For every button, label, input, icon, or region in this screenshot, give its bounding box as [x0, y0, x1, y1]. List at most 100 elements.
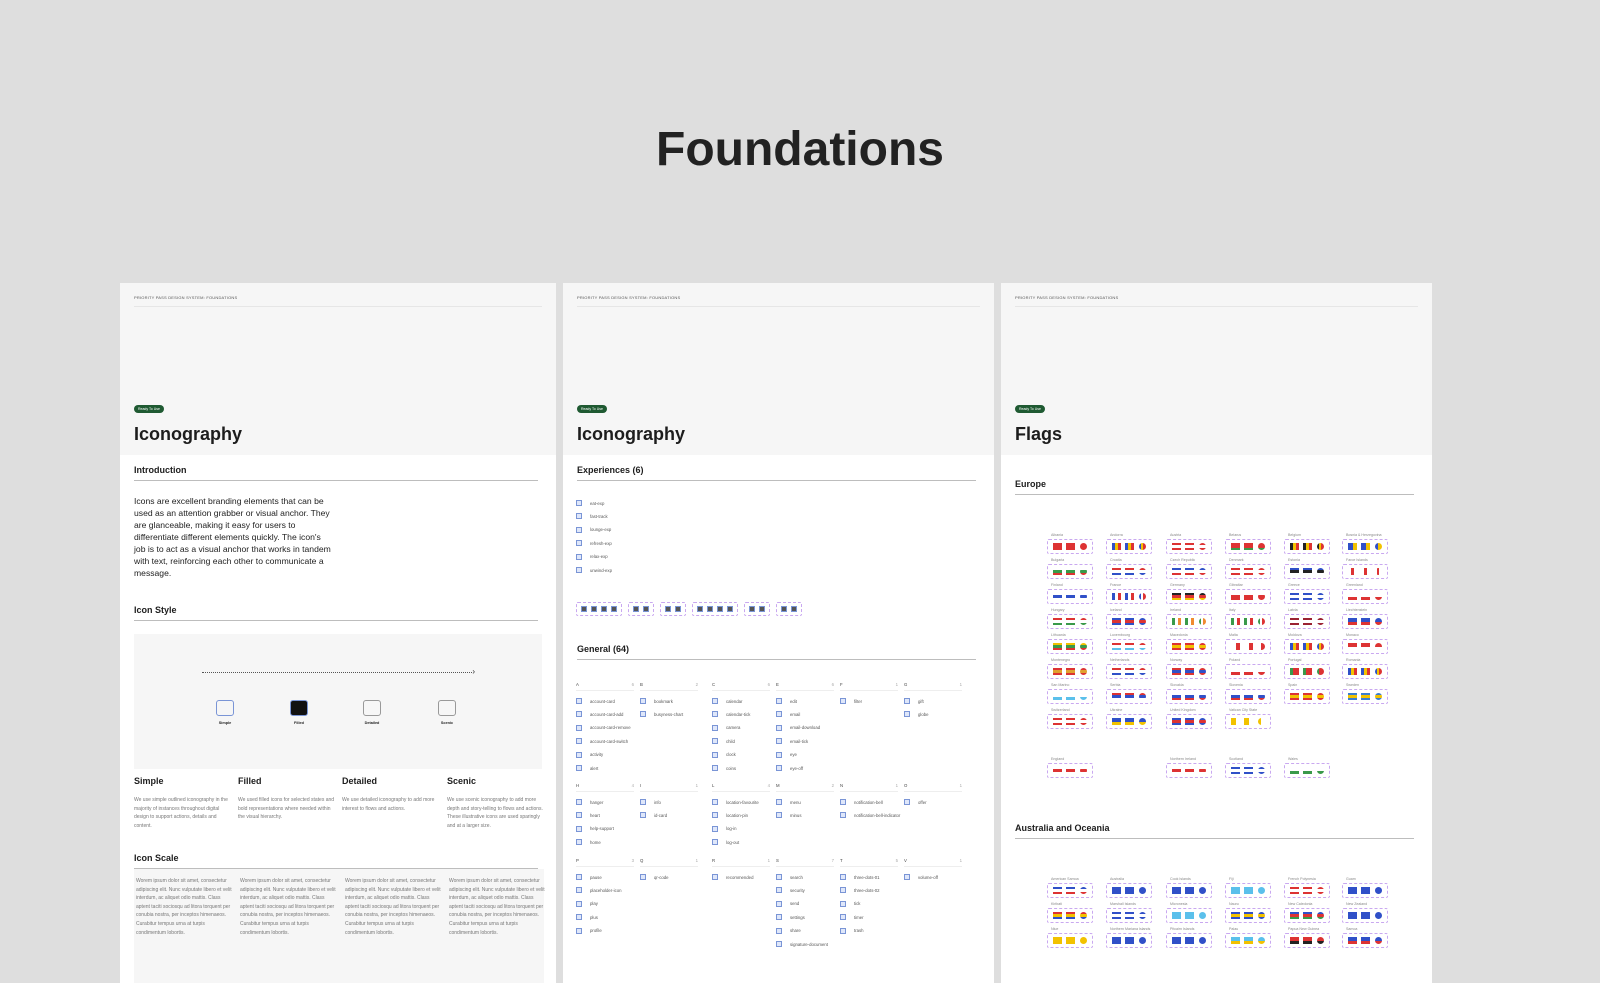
icon-list-item[interactable]: eat-exp [576, 500, 604, 506]
flag-variants[interactable] [1342, 689, 1388, 704]
flag-variants[interactable] [1225, 539, 1271, 554]
flag-variants[interactable] [1225, 763, 1271, 778]
icon-list-item[interactable]: play [576, 900, 598, 907]
icon-list-item[interactable]: account-card [576, 698, 615, 704]
icon-list-item[interactable]: calendar-tick [712, 711, 750, 718]
flag-variants[interactable] [1284, 763, 1330, 778]
icon-list-item[interactable]: refresh-exp [576, 540, 612, 547]
flag-variants[interactable] [1284, 933, 1330, 948]
icon-list-item[interactable]: location-pin [712, 812, 748, 819]
flag-variants[interactable] [1225, 614, 1271, 629]
flag-variants[interactable] [1047, 664, 1093, 679]
icon-list-item[interactable]: minus [776, 812, 801, 819]
icon-list-item[interactable]: info [640, 799, 661, 805]
icon-list-item[interactable]: three-dots-01 [840, 874, 880, 880]
icon-list-item[interactable]: unwind-exp [576, 567, 612, 573]
icon-list-item[interactable]: volume-off [904, 874, 938, 880]
icon-list-item[interactable]: globe [904, 711, 929, 718]
icon-list-item[interactable]: eye-off [776, 765, 803, 771]
icon-list-item[interactable]: profile [576, 927, 602, 934]
icon-list-item[interactable]: plus [576, 914, 598, 921]
flag-variants[interactable] [1225, 664, 1271, 679]
flag-variants[interactable] [1225, 908, 1271, 923]
icon-list-item[interactable]: trash [840, 927, 864, 934]
icon-list-item[interactable]: relax-exp [576, 553, 608, 560]
flag-variants[interactable] [1284, 589, 1330, 604]
flag-variants[interactable] [1284, 564, 1330, 579]
flag-variants[interactable] [1284, 689, 1330, 704]
flag-variants[interactable] [1284, 664, 1330, 679]
icon-list-item[interactable]: heart [576, 812, 600, 819]
flag-variants[interactable] [1225, 589, 1271, 604]
flag-variants[interactable] [1225, 714, 1271, 729]
icon-list-item[interactable]: filter [840, 698, 862, 704]
flag-variants[interactable] [1284, 908, 1330, 923]
flag-variants[interactable] [1166, 714, 1212, 729]
icon-list-item[interactable]: help-support [576, 825, 614, 832]
flag-variants[interactable] [1342, 564, 1388, 579]
icon-list-item[interactable]: bookmark [640, 698, 673, 704]
flag-variants[interactable] [1106, 639, 1152, 654]
icon-list-item[interactable]: security [776, 887, 805, 894]
flag-variants[interactable] [1225, 564, 1271, 579]
flag-variants[interactable] [1284, 639, 1330, 654]
flag-variants[interactable] [1047, 714, 1093, 729]
icon-list-item[interactable]: notification-bell [840, 799, 883, 805]
flag-variants[interactable] [1342, 664, 1388, 679]
icon-list-item[interactable]: qr-code [640, 874, 669, 880]
icon-list-item[interactable]: offer [904, 799, 927, 805]
flag-variants[interactable] [1166, 664, 1212, 679]
flag-variants[interactable] [1106, 908, 1152, 923]
flag-variants[interactable] [1047, 639, 1093, 654]
icon-list-item[interactable]: signature-document [776, 941, 828, 947]
icon-list-item[interactable]: pause [576, 874, 602, 880]
icon-list-item[interactable]: notification-bell-indicator [840, 812, 900, 819]
flag-variants[interactable] [1166, 589, 1212, 604]
icon-list-item[interactable]: camera [712, 724, 740, 731]
flag-variants[interactable] [1106, 714, 1152, 729]
flag-variants[interactable] [1166, 908, 1212, 923]
flag-variants[interactable] [1342, 639, 1388, 654]
flag-variants[interactable] [1106, 589, 1152, 604]
icon-list-item[interactable]: fast-track [576, 513, 608, 520]
flag-variants[interactable] [1166, 933, 1212, 948]
icon-list-item[interactable]: activity [576, 751, 603, 758]
icon-list-item[interactable]: placeholder-icon [576, 887, 622, 894]
flag-variants[interactable] [1225, 883, 1271, 898]
flag-variants[interactable] [1047, 564, 1093, 579]
icon-list-item[interactable]: send [776, 900, 799, 907]
flag-variants[interactable] [1047, 883, 1093, 898]
flag-variants[interactable] [1166, 689, 1212, 704]
flag-variants[interactable] [1284, 614, 1330, 629]
icon-list-item[interactable]: location-favourite [712, 799, 759, 805]
icon-list-item[interactable]: edit [776, 698, 797, 704]
flag-variants[interactable] [1225, 933, 1271, 948]
icon-list-item[interactable]: home [576, 839, 601, 846]
flag-variants[interactable] [1284, 883, 1330, 898]
flag-variants[interactable] [1166, 763, 1212, 778]
flag-variants[interactable] [1225, 689, 1271, 704]
flag-variants[interactable] [1047, 589, 1093, 604]
icon-list-item[interactable]: clock [712, 751, 736, 758]
icon-list-item[interactable]: busyness-chart [640, 711, 683, 718]
flag-variants[interactable] [1342, 908, 1388, 923]
icon-list-item[interactable]: alert [576, 765, 598, 771]
icon-list-item[interactable]: email [776, 711, 800, 718]
icon-list-item[interactable]: tick [840, 900, 860, 907]
icon-list-item[interactable]: lounge-exp [576, 526, 611, 533]
icon-list-item[interactable]: coins [712, 765, 736, 771]
icon-list-item[interactable]: account-card-remove [576, 724, 631, 731]
flag-variants[interactable] [1166, 639, 1212, 654]
flag-variants[interactable] [1342, 589, 1388, 604]
icon-list-item[interactable]: id-card [640, 812, 667, 819]
icon-list-item[interactable]: email-download [776, 724, 820, 731]
flag-variants[interactable] [1106, 933, 1152, 948]
icon-list-item[interactable]: settings [776, 914, 805, 921]
flag-variants[interactable] [1342, 933, 1388, 948]
flag-variants[interactable] [1106, 539, 1152, 554]
icon-list-item[interactable]: calendar [712, 698, 742, 704]
flag-variants[interactable] [1047, 539, 1093, 554]
icon-list-item[interactable]: email-tick [776, 738, 808, 745]
flag-variants[interactable] [1047, 763, 1093, 778]
flag-variants[interactable] [1342, 539, 1388, 554]
